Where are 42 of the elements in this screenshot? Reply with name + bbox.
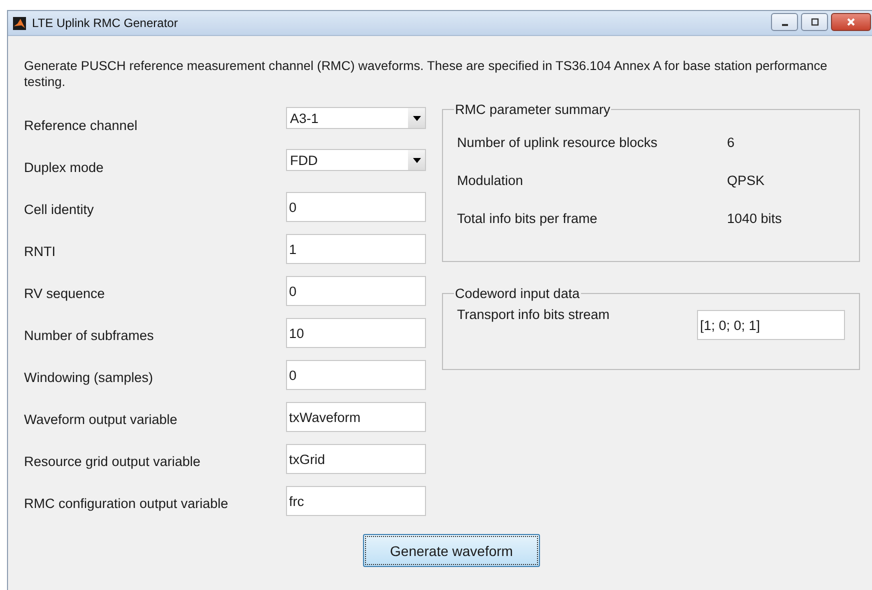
close-icon [846, 16, 856, 26]
window-title: LTE Uplink RMC Generator [32, 16, 178, 30]
input-field[interactable]: txWaveform [286, 402, 426, 432]
input-field[interactable]: 0 [286, 192, 426, 222]
summary-value: 1040 bits [727, 211, 782, 226]
field-label: Windowing (samples) [24, 368, 154, 384]
field-label: Reference channel [24, 116, 138, 132]
dropdown[interactable]: A3-1 [286, 107, 426, 129]
input-field[interactable]: 0 [286, 360, 426, 390]
description-text: Generate PUSCH reference measurement channel (RMC) waveforms. These are specified in TS36.104 Annex A for base station performance testing. [24, 58, 828, 90]
summary-label: Total info bits per frame [457, 211, 598, 226]
input-field[interactable]: txGrid [286, 444, 426, 474]
dropdown[interactable]: FDD [286, 149, 426, 171]
field-label: Waveform output variable [24, 410, 178, 426]
field-label: Number of subframes [24, 326, 155, 342]
app-icon [13, 16, 26, 30]
field-label: Resource grid output variable [24, 452, 202, 468]
minimize-button[interactable] [771, 12, 798, 30]
input-field[interactable]: 10 [286, 318, 426, 348]
input-field[interactable]: 0 [286, 276, 426, 306]
field-label: Cell identity [24, 200, 95, 216]
caret-icon [412, 158, 420, 162]
field-label: RV sequence [24, 284, 106, 300]
close-button[interactable] [831, 12, 871, 30]
field-label: Transport info bits stream [457, 307, 611, 322]
panel-title: RMC parameter summary [454, 102, 612, 117]
summary-label: Number of uplink resource blocks [457, 135, 658, 150]
input-field[interactable]: 1 [286, 234, 426, 264]
panel-title: Codeword input data [454, 286, 581, 301]
field-label: Duplex mode [24, 158, 105, 174]
caret-icon [412, 116, 420, 120]
field-label: RNTI [24, 242, 56, 258]
input-field[interactable]: frc [286, 486, 426, 516]
maximize-icon [810, 16, 820, 26]
generate-waveform-button[interactable]: Generate waveform [363, 534, 540, 567]
minimize-icon [782, 24, 788, 26]
maximize-button[interactable] [801, 12, 828, 30]
summary-value: 6 [727, 135, 735, 150]
field-label: RMC configuration output variable [24, 494, 230, 510]
summary-value: QPSK [727, 173, 765, 188]
summary-label: Modulation [457, 173, 524, 188]
input-field[interactable]: [1; 0; 0; 1] [697, 310, 845, 340]
